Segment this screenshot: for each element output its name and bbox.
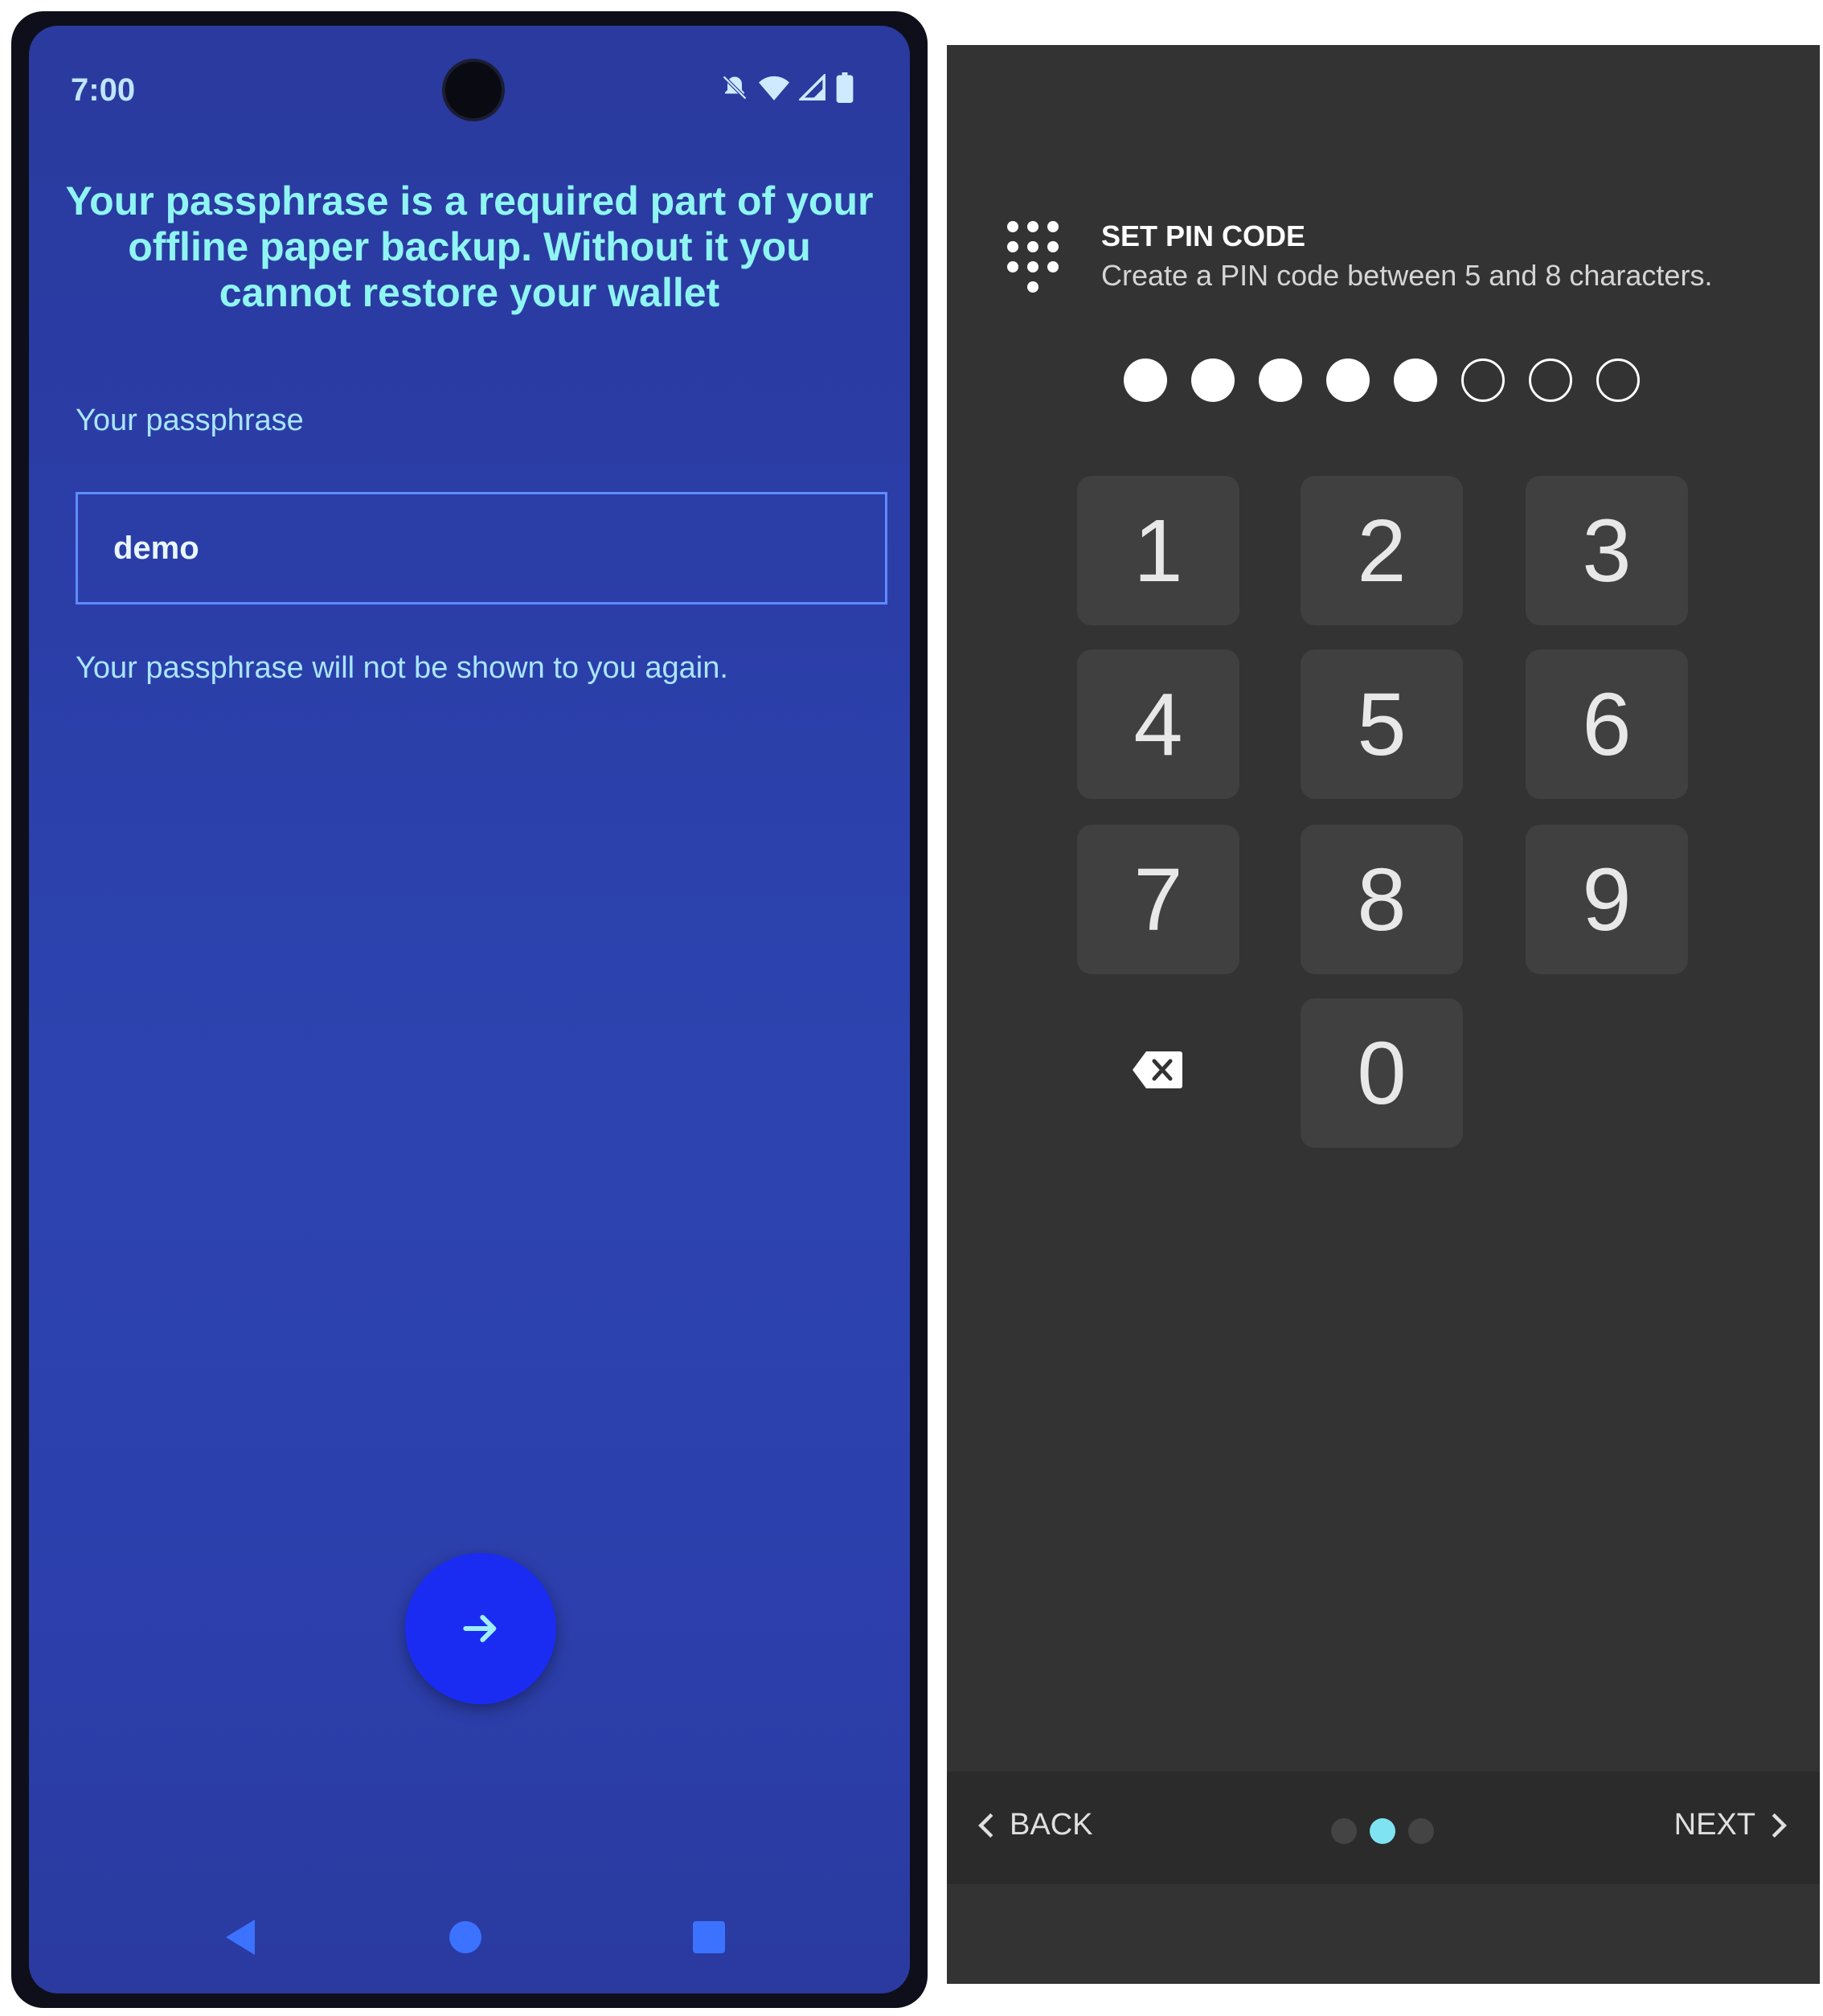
- pin-indicator: [1124, 359, 1640, 407]
- step-dot: [1408, 1818, 1434, 1844]
- wifi-icon: [759, 74, 789, 109]
- key-5[interactable]: 5: [1301, 649, 1463, 799]
- key-8[interactable]: 8: [1301, 825, 1463, 974]
- passphrase-note: Your passphrase will not be shown to you…: [76, 651, 728, 685]
- backspace-icon: [1133, 1051, 1182, 1088]
- key-0[interactable]: 0: [1301, 998, 1463, 1148]
- phone-frame: 7:00 Your passphrase is a required part …: [11, 11, 928, 2008]
- next-step-button[interactable]: NEXT: [1674, 1808, 1788, 1842]
- nav-home-icon[interactable]: [449, 1921, 481, 1953]
- passphrase-screen: 7:00 Your passphrase is a required part …: [29, 26, 910, 1993]
- battery-icon: [836, 72, 854, 111]
- pin-dot: [1259, 359, 1302, 402]
- key-1[interactable]: 1: [1077, 476, 1239, 625]
- next-button[interactable]: [405, 1553, 556, 1704]
- pin-dot: [1394, 359, 1437, 402]
- step-dot: [1331, 1818, 1357, 1844]
- next-label: NEXT: [1673, 1808, 1755, 1842]
- pin-dot: [1529, 359, 1572, 402]
- status-icons: [720, 72, 854, 111]
- nav-back-icon[interactable]: [226, 1920, 255, 1955]
- backspace-button[interactable]: [1132, 1050, 1183, 1090]
- key-7[interactable]: 7: [1077, 825, 1239, 974]
- chevron-left-icon: [978, 1813, 993, 1838]
- key-4[interactable]: 4: [1077, 649, 1239, 799]
- set-pin-screen: SET PIN CODE Create a PIN code between 5…: [947, 45, 1820, 1984]
- passphrase-label: Your passphrase: [76, 404, 304, 437]
- pin-dot: [1461, 359, 1505, 402]
- back-button[interactable]: BACK: [977, 1808, 1092, 1842]
- passphrase-warning-heading: Your passphrase is a required part of yo…: [65, 178, 874, 315]
- front-camera: [445, 62, 502, 118]
- nav-recents-icon[interactable]: [693, 1921, 725, 1953]
- status-time: 7:00: [71, 72, 136, 108]
- pin-dot: [1596, 359, 1640, 402]
- back-label: BACK: [1010, 1808, 1093, 1842]
- chevron-right-icon: [1772, 1813, 1787, 1838]
- pin-dot: [1124, 359, 1167, 402]
- key-9[interactable]: 9: [1526, 825, 1688, 974]
- wizard-footer: BACK NEXT: [947, 1772, 1820, 1884]
- signal-icon: [797, 72, 826, 109]
- key-6[interactable]: 6: [1526, 649, 1688, 799]
- pin-title: SET PIN CODE: [1101, 219, 1306, 252]
- keypad-icon: [1007, 221, 1059, 293]
- step-dot: [1370, 1818, 1395, 1844]
- step-indicator: [1331, 1818, 1434, 1844]
- pin-dot: [1326, 359, 1370, 402]
- passphrase-field[interactable]: demo: [76, 492, 887, 604]
- key-3[interactable]: 3: [1526, 476, 1688, 625]
- system-nav-bar: [29, 1905, 910, 1969]
- key-2[interactable]: 2: [1301, 476, 1463, 625]
- pin-subtitle: Create a PIN code between 5 and 8 charac…: [1101, 259, 1713, 292]
- arrow-right-icon: [463, 1614, 497, 1643]
- pin-dot: [1191, 359, 1235, 402]
- silent-icon: [720, 73, 749, 110]
